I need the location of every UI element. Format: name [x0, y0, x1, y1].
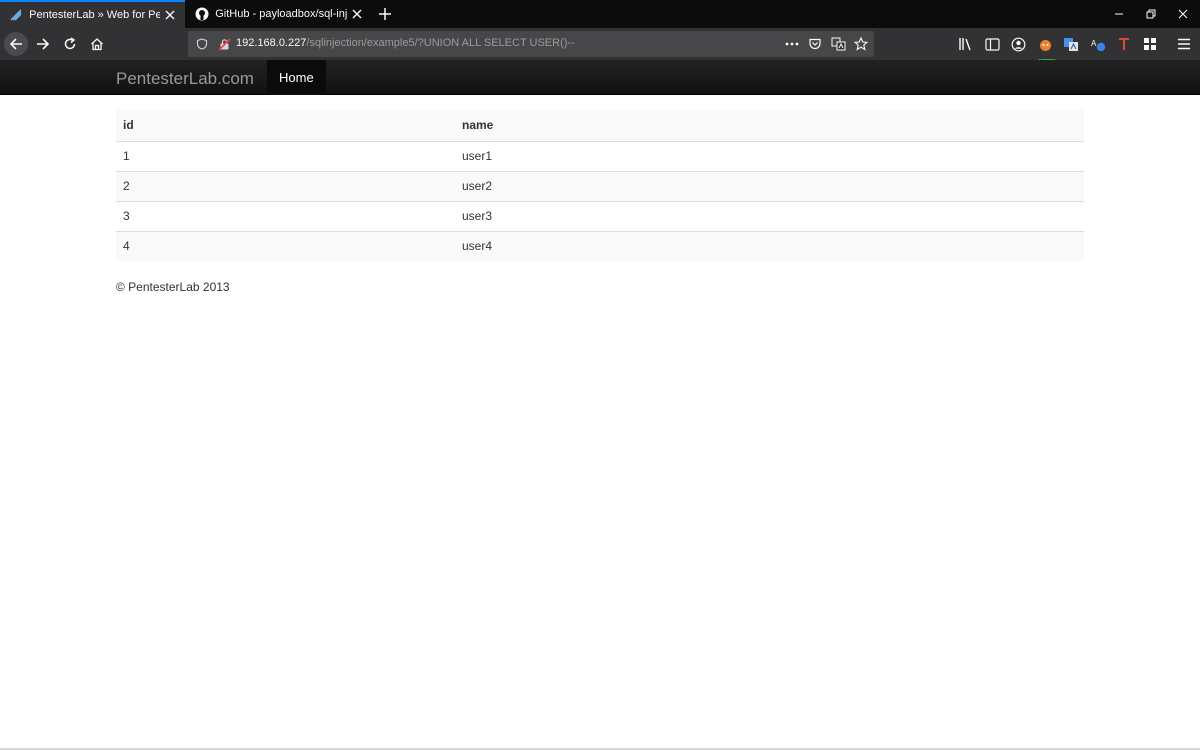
shield-icon[interactable] [194, 36, 210, 52]
close-window-button[interactable] [1166, 0, 1200, 28]
table-row: 1 user1 [116, 140, 1084, 171]
users-table: id name 1 user1 2 user2 3 user3 4 user4 [116, 110, 1084, 261]
bookmark-star-icon[interactable] [853, 36, 869, 52]
url-path: /sqlinjection/example5/?UNION ALL SELECT… [306, 37, 575, 49]
cell-id: 2 [116, 170, 455, 201]
home-icon[interactable] [85, 32, 109, 56]
site-navbar: PentesterLab.com Home [0, 60, 1200, 95]
extension-fox-icon[interactable] [1036, 35, 1054, 53]
more-actions-icon[interactable] [784, 36, 800, 52]
tab-title: PentesterLab » Web for Pentest [29, 9, 160, 21]
svg-text:A: A [1091, 39, 1097, 48]
footer-copyright: © PentesterLab 2013 [116, 280, 230, 294]
cell-name: user4 [455, 230, 1084, 261]
close-icon[interactable] [351, 7, 364, 21]
table-row: 3 user3 [116, 200, 1084, 231]
github-icon [194, 6, 209, 22]
tab-title: GitHub - payloadbox/sql-injection [215, 8, 347, 20]
table-row: 4 user4 [116, 230, 1084, 261]
pocket-icon[interactable] [807, 36, 823, 52]
translate-extension-icon[interactable] [1062, 35, 1080, 53]
url-text: 192.168.0.227/sqlinjection/example5/?UNI… [236, 37, 575, 49]
table-header-row: id name [116, 110, 1084, 141]
browser-toolbar: 192.168.0.227/sqlinjection/example5/?UNI… [0, 28, 1200, 68]
cell-id: 1 [116, 140, 455, 171]
header-id: id [116, 110, 455, 141]
close-icon[interactable] [164, 8, 177, 22]
table-row: 2 user2 [116, 170, 1084, 201]
url-host: 192.168.0.227 [236, 37, 307, 49]
pentesterlab-favicon-icon [8, 7, 23, 23]
minimize-button[interactable] [1102, 0, 1136, 28]
forward-button[interactable] [31, 32, 55, 56]
nav-home-link[interactable]: Home [267, 60, 326, 95]
header-name: name [455, 110, 1084, 141]
cell-name: user2 [455, 170, 1084, 201]
sidebar-icon[interactable] [983, 35, 1001, 53]
language-extension-icon[interactable]: A [1089, 35, 1107, 53]
insecure-lock-icon[interactable] [216, 36, 232, 52]
hamburger-menu-icon[interactable] [1175, 35, 1193, 53]
grid-extension-icon[interactable] [1141, 35, 1159, 53]
cell-id: 3 [116, 200, 455, 231]
reload-button[interactable] [58, 32, 82, 56]
tab-strip: PentesterLab » Web for Pentest GitHub - … [0, 0, 1200, 28]
cell-name: user1 [455, 140, 1084, 171]
library-icon[interactable] [957, 35, 975, 53]
account-icon[interactable] [1009, 35, 1027, 53]
address-bar[interactable]: 192.168.0.227/sqlinjection/example5/?UNI… [188, 31, 874, 57]
translate-icon[interactable] [830, 36, 846, 52]
tab-github[interactable]: GitHub - payloadbox/sql-injection [186, 0, 372, 28]
cell-id: 4 [116, 230, 455, 261]
brand-link[interactable]: PentesterLab.com [116, 69, 254, 89]
tab-pentesterlab[interactable]: PentesterLab » Web for Pentest [0, 0, 185, 28]
cell-name: user3 [455, 200, 1084, 231]
back-button[interactable] [4, 32, 28, 56]
restore-button[interactable] [1134, 0, 1168, 28]
new-tab-button[interactable] [374, 4, 396, 24]
text-extension-icon[interactable] [1115, 35, 1133, 53]
